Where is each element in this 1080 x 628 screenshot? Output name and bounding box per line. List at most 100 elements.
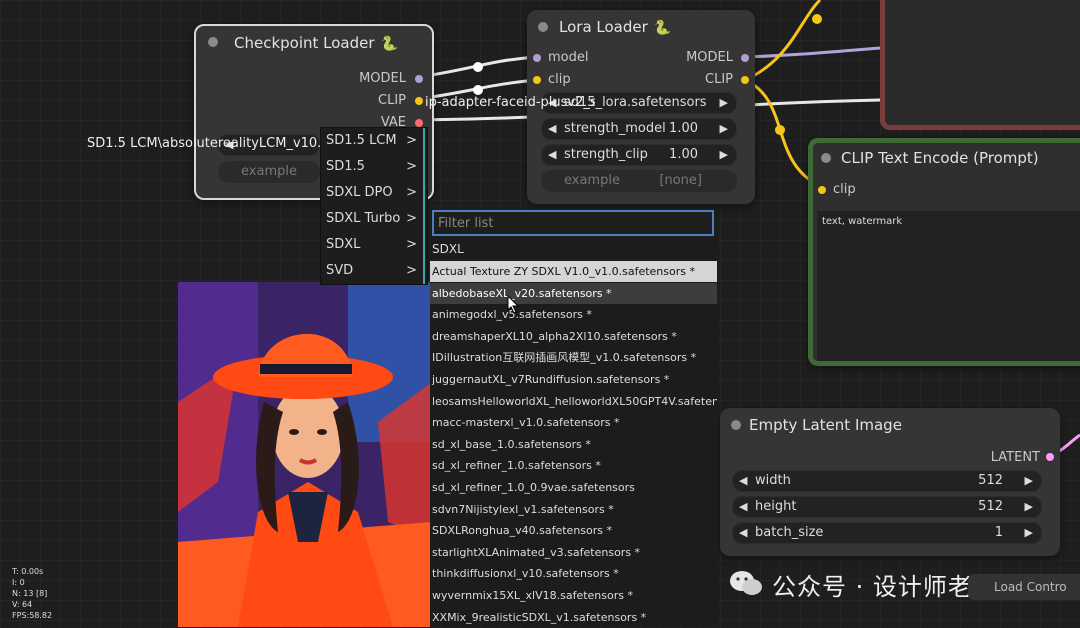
- menu-item-sdxl-dpo[interactable]: SDXL DPO >: [321, 180, 425, 206]
- chevron-right-icon: >: [406, 133, 417, 148]
- clip-text-encode-node[interactable]: CLIP Text Encode (Prompt) clip text, wat…: [808, 138, 1080, 366]
- output-latent-label: LATENT: [990, 450, 1040, 465]
- model-list-item[interactable]: Actual Texture ZY SDXL V1.0_v1.0.safeten…: [430, 261, 717, 282]
- empty-latent-title[interactable]: Empty Latent Image: [720, 408, 1060, 442]
- model-list-item[interactable]: juggernautXL_v7Rundiffusion.safetensors …: [430, 369, 717, 390]
- chevron-right-icon: >: [406, 237, 417, 252]
- node-collapse-dot[interactable]: [538, 22, 548, 32]
- clip-text-encode-title-text: CLIP Text Encode (Prompt): [841, 149, 1039, 167]
- load-control-label: Load Contro: [994, 580, 1067, 594]
- height-label: height: [755, 499, 797, 514]
- model-list-item[interactable]: dreamshaperXL10_alpha2Xl10.safetensors *: [430, 326, 717, 347]
- menu-item-svd[interactable]: SVD >: [321, 258, 425, 284]
- node-collapse-dot[interactable]: [821, 153, 831, 163]
- model-list-item[interactable]: sdvn7Nijistylexl_v1.safetensors *: [430, 499, 717, 520]
- wechat-icon: [730, 571, 762, 595]
- chevron-right-icon: >: [406, 185, 417, 200]
- filter-input[interactable]: [432, 210, 714, 236]
- menu-item-label: SVD: [326, 263, 354, 278]
- lora-example-widget[interactable]: example [none]: [541, 170, 737, 192]
- preview-image: [178, 282, 432, 627]
- arrow-right-icon[interactable]: ▶: [720, 93, 728, 113]
- output-model-pin[interactable]: [415, 75, 423, 83]
- model-list-item[interactable]: SDXLRonghua_v40.safetensors *: [430, 520, 717, 541]
- batch-size-label: batch_size: [755, 525, 824, 540]
- arrow-right-icon[interactable]: ▶: [1025, 497, 1033, 517]
- output-vae-pin[interactable]: [415, 119, 423, 127]
- height-value: 512: [978, 499, 1003, 514]
- input-clip-pin[interactable]: [818, 186, 826, 194]
- arrow-right-icon[interactable]: ▶: [720, 145, 728, 165]
- menu-item-sdxl-turbo[interactable]: SDXL Turbo >: [321, 206, 425, 232]
- arrow-right-icon[interactable]: ▶: [1025, 471, 1033, 491]
- lora-loader-title-text: Lora Loader: [559, 18, 648, 36]
- model-list-item[interactable]: wyvernmix15XL_xlV18.safetensors *: [430, 585, 717, 606]
- checkpoint-loader-title[interactable]: Checkpoint Loader 🐍: [196, 26, 432, 60]
- width-value: 512: [978, 473, 1003, 488]
- arrow-left-icon[interactable]: ◀: [739, 523, 747, 543]
- node-collapse-dot[interactable]: [208, 37, 218, 47]
- input-model-pin[interactable]: [533, 54, 541, 62]
- node-collapse-dot[interactable]: [731, 420, 741, 430]
- menu-item-label: SDXL Turbo: [326, 211, 401, 226]
- lora-example-value: [none]: [659, 173, 702, 188]
- snake-icon: 🐍: [653, 20, 672, 36]
- output-clip-pin[interactable]: [741, 76, 749, 84]
- lora-loader-title[interactable]: Lora Loader 🐍: [527, 10, 755, 44]
- stat-i: I: 0: [12, 578, 25, 587]
- batch-size-value: 1: [994, 525, 1003, 540]
- width-widget[interactable]: ◀ width 512 ▶: [732, 470, 1042, 492]
- model-list-item[interactable]: starlightXLAnimated_v3.safetensors *: [430, 542, 717, 563]
- model-list-item[interactable]: sd_xl_refiner_1.0.safetensors *: [430, 455, 717, 476]
- menu-item-sd15[interactable]: SD1.5 >: [321, 154, 425, 180]
- load-control-node-fragment[interactable]: Load Contro: [968, 574, 1080, 600]
- input-clip-pin[interactable]: [533, 76, 541, 84]
- output-clip-label: CLIP: [378, 93, 406, 108]
- output-latent-pin[interactable]: [1046, 453, 1054, 461]
- menu-item-sd15-lcm[interactable]: SD1.5 LCM >: [321, 128, 425, 154]
- chevron-right-icon: >: [406, 263, 417, 278]
- strength-clip-widget[interactable]: ◀ strength_clip 1.00 ▶: [541, 144, 737, 166]
- model-list-panel[interactable]: SDXL Actual Texture ZY SDXL V1.0_v1.0.sa…: [430, 210, 718, 627]
- prompt-textarea[interactable]: text, watermark: [817, 211, 1080, 361]
- arrow-left-icon[interactable]: ◀: [548, 119, 556, 139]
- model-list-item[interactable]: sd_xl_refiner_1.0_0.9vae.safetensors: [430, 477, 717, 498]
- output-clip-label: CLIP: [705, 72, 733, 87]
- wechat-watermark: 公众号 · 设计师老克: [728, 566, 998, 602]
- empty-latent-title-text: Empty Latent Image: [749, 416, 902, 434]
- chevron-right-icon: >: [406, 159, 417, 174]
- output-model-label: MODEL: [686, 50, 733, 65]
- input-clip-label: clip: [833, 182, 856, 197]
- batch-size-widget[interactable]: ◀ batch_size 1 ▶: [732, 522, 1042, 544]
- clip-text-encode-title[interactable]: CLIP Text Encode (Prompt): [813, 141, 1080, 175]
- empty-latent-node[interactable]: Empty Latent Image LATENT ◀ width 512 ▶ …: [720, 408, 1060, 556]
- arrow-left-icon[interactable]: ◀: [739, 497, 747, 517]
- arrow-right-icon[interactable]: ▶: [720, 119, 728, 139]
- model-list-item[interactable]: thinkdiffusionxl_v10.safetensors *: [430, 563, 717, 584]
- arrow-right-icon[interactable]: ▶: [1025, 523, 1033, 543]
- height-widget[interactable]: ◀ height 512 ▶: [732, 496, 1042, 518]
- snake-icon: 🐍: [380, 36, 398, 52]
- ckpt-name-value: SD1.5 LCM\absoluterealityLCM_v10.saf: [87, 136, 327, 151]
- red-group-node[interactable]: [880, 0, 1080, 130]
- prompt-text: text, watermark: [822, 216, 903, 227]
- model-list-item[interactable]: IDillustration互联网插画风模型_v1.0.safetensors …: [430, 347, 717, 368]
- model-list-item[interactable]: macc-masterxl_v1.0.safetensors *: [430, 412, 717, 433]
- input-clip-label: clip: [548, 72, 571, 87]
- lora-example-label: example: [564, 173, 620, 188]
- menu-item-sdxl[interactable]: SDXL >: [321, 232, 425, 258]
- model-list-item[interactable]: animegodxl_v5.safetensors *: [430, 304, 717, 325]
- output-model-pin[interactable]: [741, 54, 749, 62]
- menu-item-label: SDXL DPO: [326, 185, 393, 200]
- arrow-left-icon[interactable]: ◀: [548, 145, 556, 165]
- stat-v: V: 64: [12, 600, 33, 609]
- model-list-item[interactable]: sd_xl_base_1.0.safetensors *: [430, 434, 717, 455]
- example-widget[interactable]: example: [218, 161, 320, 183]
- model-list-item[interactable]: albedobaseXL_v20.safetensors *: [430, 282, 717, 304]
- arrow-left-icon[interactable]: ◀: [739, 471, 747, 491]
- category-menu[interactable]: SD1.5 LCM > SD1.5 > SDXL DPO > SDXL Turbo > …: [320, 127, 428, 285]
- model-list-item[interactable]: leosamsHelloworldXL_helloworldXL50GPT4V.…: [430, 391, 717, 412]
- model-list-item[interactable]: XXMix_9realisticSDXL_v1.safetensors *: [430, 607, 717, 628]
- output-clip-pin[interactable]: [415, 97, 423, 105]
- strength-model-widget[interactable]: ◀ strength_model 1.00 ▶: [541, 118, 737, 140]
